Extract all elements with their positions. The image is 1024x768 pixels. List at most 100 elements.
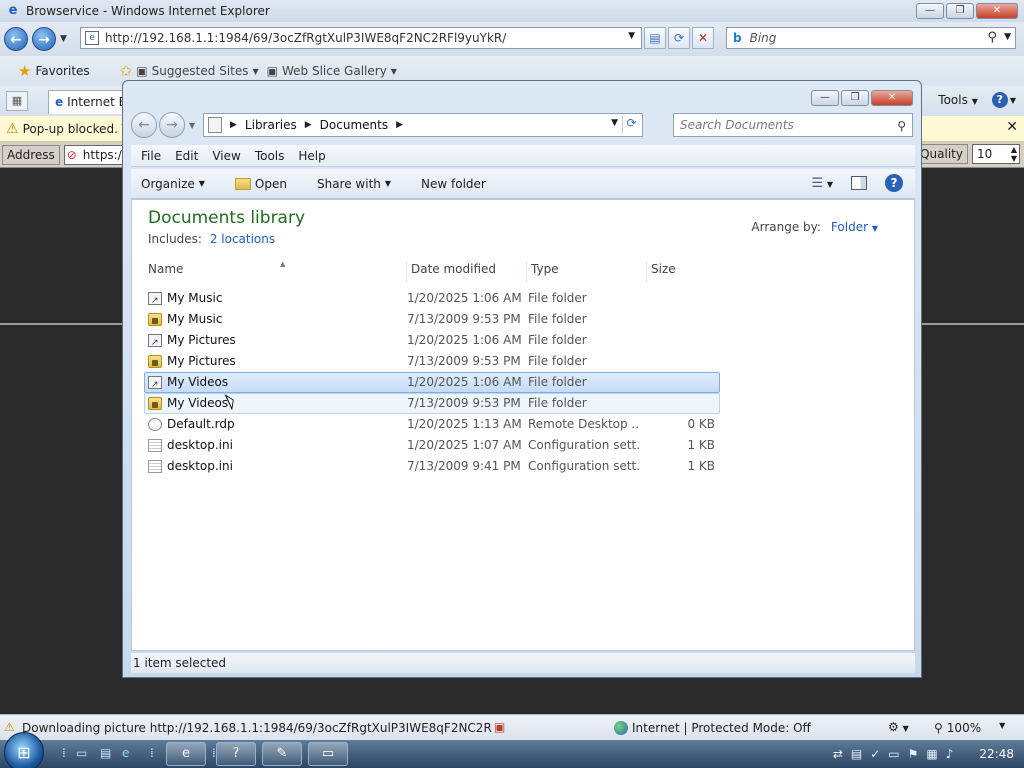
action-center-flag-icon[interactable]: ⚑ (908, 747, 919, 761)
page-icon: e (85, 31, 99, 45)
favorites-button[interactable]: ★ Favorites (18, 62, 90, 80)
file-row[interactable]: My Music 7/13/2009 9:53 PM File folder (144, 309, 720, 330)
search-box[interactable]: b Bing ⚲ ▼ (726, 27, 1016, 49)
forward-button[interactable]: → (32, 27, 56, 51)
recent-locations-icon[interactable]: ▼ (189, 121, 195, 130)
stop-button[interactable]: ✕ (692, 27, 714, 49)
explorer-forward-button[interactable]: → (159, 112, 185, 138)
favorites-label: Favorites (35, 64, 90, 78)
explorer-close-button[interactable]: ✕ (871, 90, 913, 106)
url-dropdown-icon[interactable]: ▼ (628, 31, 635, 41)
security-check-icon[interactable]: ✓ (870, 747, 880, 761)
library-icon (208, 117, 222, 133)
open-label: Open (254, 176, 287, 191)
search-icon[interactable]: ⚲ (897, 115, 906, 137)
help-icon[interactable]: ? (885, 174, 903, 192)
arrange-by-dropdown[interactable]: Folder ▼ (831, 220, 878, 234)
refresh-button[interactable]: ⟳ (668, 27, 690, 49)
start-button[interactable]: ⊞ (4, 732, 44, 768)
file-row[interactable]: My Pictures 7/13/2009 9:53 PM File folder (144, 351, 720, 372)
compatibility-view-button[interactable]: ▤ (644, 27, 666, 49)
share-with-button[interactable]: Share with ▼ (317, 177, 391, 191)
close-icon[interactable]: ✕ (1006, 119, 1018, 135)
explorer-minimize-button[interactable]: — (811, 90, 839, 106)
file-row[interactable]: My Videos 1/20/2025 1:06 AM File folder (144, 372, 720, 395)
menu-view[interactable]: View (212, 149, 240, 163)
file-name: desktop.ini (167, 438, 233, 452)
file-row[interactable]: My Pictures 1/20/2025 1:06 AM File folder (144, 330, 720, 353)
suggested-sites-icon: ▣ (136, 64, 148, 78)
back-button[interactable]: ← (4, 27, 28, 51)
document-icon[interactable]: ▤ (851, 747, 862, 761)
organize-button[interactable]: Organize ▼ (141, 177, 205, 191)
breadcrumb-arrow-icon[interactable]: ▶ (230, 120, 237, 130)
security-zone[interactable]: Internet | Protected Mode: Off (614, 721, 811, 735)
maximize-button[interactable]: ❐ (946, 3, 974, 19)
search-options-icon[interactable]: ▼ (1004, 32, 1011, 42)
file-size: 1 KB (687, 459, 715, 473)
web-slice-gallery-button[interactable]: ▣ Web Slice Gallery ▼ (267, 64, 397, 78)
minimize-button[interactable]: — (916, 3, 944, 19)
shortcut-folder-icon (148, 292, 162, 311)
breadcrumb-documents[interactable]: Documents (320, 118, 388, 132)
quality-stepper-icon[interactable]: ▲ ▼ (1011, 145, 1019, 163)
tools-menu-button[interactable]: Tools ▼ (938, 93, 978, 107)
explorer-maximize-button[interactable]: ❐ (841, 90, 869, 106)
file-name: desktop.ini (167, 459, 233, 473)
open-button[interactable]: Open (234, 176, 287, 191)
open-folder-icon (234, 177, 251, 190)
volume-muted-icon[interactable]: ♪ (946, 747, 954, 761)
explorer-quicklaunch-icon[interactable]: ▤ (100, 746, 111, 760)
breadcrumb-arrow-icon[interactable]: ▶ (305, 120, 312, 130)
breadcrumb[interactable]: ▶ Libraries ▶ Documents ▶ ▼ ⟳ (203, 113, 643, 137)
includes-locations-link[interactable]: 2 locations (210, 232, 275, 246)
column-header-type[interactable]: Type (526, 262, 644, 282)
clock[interactable]: 22:48 (979, 747, 1014, 761)
protected-mode-icon[interactable]: ⚙ ▼ (888, 720, 909, 734)
breadcrumb-libraries[interactable]: Libraries (245, 118, 297, 132)
quality-field[interactable]: 10 ▲ ▼ (972, 144, 1020, 164)
close-button[interactable]: ✕ (976, 3, 1018, 19)
network-icon[interactable]: ▦ (926, 747, 937, 761)
menu-tools[interactable]: Tools (255, 149, 285, 163)
explorer-refresh-icon[interactable]: ⟳ (622, 116, 640, 134)
explorer-back-button[interactable]: ← (131, 112, 157, 138)
file-row[interactable]: desktop.ini 7/13/2009 9:41 PM Configuratio… (144, 456, 720, 477)
address-history-icon[interactable]: ▼ (611, 118, 618, 128)
menu-file[interactable]: File (141, 149, 161, 163)
recent-pages-dropdown[interactable]: ▼ (60, 34, 67, 44)
menu-edit[interactable]: Edit (175, 149, 198, 163)
quick-tabs-button[interactable]: ▦ (6, 91, 28, 111)
ie-quicklaunch-icon[interactable]: e (122, 746, 129, 760)
file-date-modified: 1/20/2025 1:07 AM (407, 438, 522, 452)
new-folder-button[interactable]: New folder (421, 177, 486, 191)
preview-pane-icon[interactable] (851, 176, 867, 190)
network-share-icon[interactable]: ⇄ (833, 747, 843, 761)
file-row[interactable]: My Music 1/20/2025 1:06 AM File folder (144, 288, 720, 311)
add-to-favorites-bar-button[interactable]: ✩ (120, 62, 133, 80)
file-row[interactable]: desktop.ini 1/20/2025 1:07 AM Configuratio… (144, 435, 720, 456)
search-icon[interactable]: ⚲ (987, 30, 997, 45)
taskbar-help-button[interactable]: ? (216, 742, 256, 766)
url-field[interactable]: e http://192.168.1.1:1984/69/3ocZfRgtXul… (80, 27, 642, 49)
column-header-size[interactable]: Size (646, 262, 722, 282)
file-type: Configuration sett... (528, 459, 640, 473)
menu-help[interactable]: Help (298, 149, 325, 163)
taskbar-explorer-button[interactable]: ▭ (308, 742, 348, 766)
globe-icon (614, 721, 628, 735)
change-view-button[interactable]: ☰ ▼ (811, 176, 833, 191)
taskbar-ie-button[interactable]: e (166, 742, 206, 766)
show-desktop-icon[interactable]: ▭ (76, 746, 87, 760)
column-header-name[interactable]: Name ▲ (144, 260, 402, 282)
zoom-button[interactable]: ⚲ 100% ▼ (934, 721, 1005, 735)
file-date-modified: 7/13/2009 9:53 PM (407, 396, 521, 410)
explorer-search-input[interactable]: Search Documents ⚲ (673, 113, 913, 137)
file-row[interactable]: Default.rdp 1/20/2025 1:13 AM Remote Deskt… (144, 414, 720, 435)
file-name: My Music (167, 291, 223, 305)
taskbar-paint-button[interactable]: ✎ (262, 742, 302, 766)
breadcrumb-arrow-icon[interactable]: ▶ (396, 120, 403, 130)
monitor-icon[interactable]: ▭ (888, 747, 899, 761)
suggested-sites-button[interactable]: ▣ Suggested Sites ▼ (136, 64, 258, 78)
column-header-date[interactable]: Date modified (406, 262, 524, 282)
help-menu-button[interactable]: ? ▼ (991, 92, 1016, 108)
